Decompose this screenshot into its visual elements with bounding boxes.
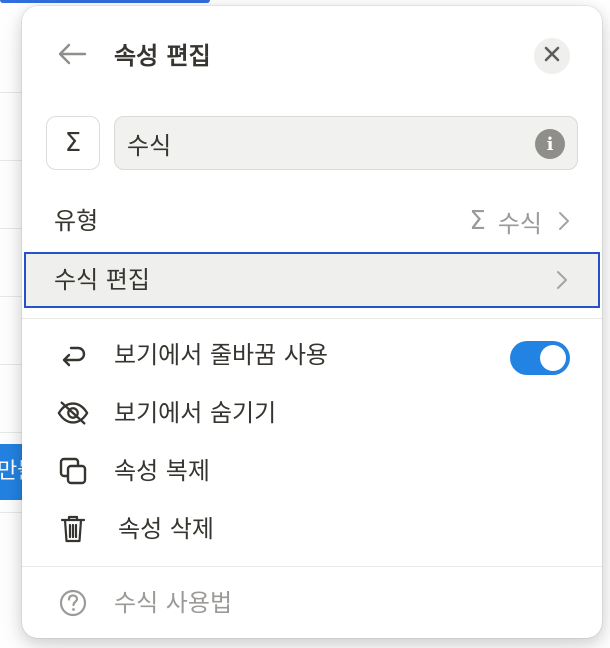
property-type-value-text: 수식 xyxy=(497,209,542,238)
info-icon[interactable]: i xyxy=(535,129,565,159)
back-button[interactable] xyxy=(54,38,90,74)
duplicate-icon xyxy=(56,455,90,487)
back-arrow-icon xyxy=(57,42,87,70)
property-type-value: Σ 수식 xyxy=(469,194,570,248)
wrap-toggle-switch[interactable] xyxy=(510,341,570,375)
sigma-icon: Σ xyxy=(469,206,486,236)
edit-property-panel: 속성 편집 Σ i 유형 Σ 수식 xyxy=(22,6,602,638)
background-divider xyxy=(0,432,24,433)
chevron-right-icon xyxy=(556,254,568,306)
menu-divider xyxy=(22,318,602,319)
background-divider xyxy=(0,364,24,365)
sigma-icon: Σ xyxy=(64,128,82,158)
wrap-in-view-item[interactable]: 보기에서 줄바꿈 사용 xyxy=(22,328,602,382)
close-button[interactable] xyxy=(534,38,570,74)
background-divider xyxy=(0,228,24,229)
trash-icon xyxy=(56,513,90,545)
formula-help-label: 수식 사용법 xyxy=(114,589,233,617)
delete-property-label: 속성 삭제 xyxy=(118,515,214,543)
wrap-arrow-icon xyxy=(56,339,90,371)
property-type-icon-button[interactable]: Σ xyxy=(46,116,100,170)
property-type-label: 유형 xyxy=(54,207,99,235)
close-icon xyxy=(544,46,560,66)
chevron-right-icon xyxy=(558,211,570,231)
background-divider xyxy=(0,296,24,297)
edit-formula-row[interactable]: 수식 편집 xyxy=(24,252,600,308)
background-divider xyxy=(0,92,24,93)
duplicate-property-item[interactable]: 속성 복제 xyxy=(22,444,602,498)
hide-in-view-label: 보기에서 숨기기 xyxy=(114,399,277,427)
edit-formula-label: 수식 편집 xyxy=(54,266,150,294)
formula-help-item[interactable]: 수식 사용법 xyxy=(22,576,602,630)
delete-property-item[interactable]: 속성 삭제 xyxy=(22,502,602,556)
menu-divider xyxy=(22,566,602,567)
panel-title: 속성 편집 xyxy=(114,42,211,70)
background-top-bar xyxy=(0,0,210,3)
hide-in-view-item[interactable]: 보기에서 숨기기 xyxy=(22,386,602,440)
wrap-in-view-label: 보기에서 줄바꿈 사용 xyxy=(114,341,328,369)
property-name-field[interactable]: i xyxy=(114,116,578,170)
question-circle-icon xyxy=(56,587,90,619)
panel-header: 속성 편집 xyxy=(22,28,602,84)
duplicate-property-label: 속성 복제 xyxy=(114,457,210,485)
toggle-knob xyxy=(540,345,566,371)
property-name-row: Σ i xyxy=(46,116,578,172)
eye-off-icon xyxy=(56,397,90,429)
property-type-row[interactable]: 유형 Σ 수식 xyxy=(22,194,602,248)
background-divider xyxy=(0,512,24,513)
property-name-input[interactable] xyxy=(115,117,527,169)
background-divider xyxy=(0,160,24,161)
